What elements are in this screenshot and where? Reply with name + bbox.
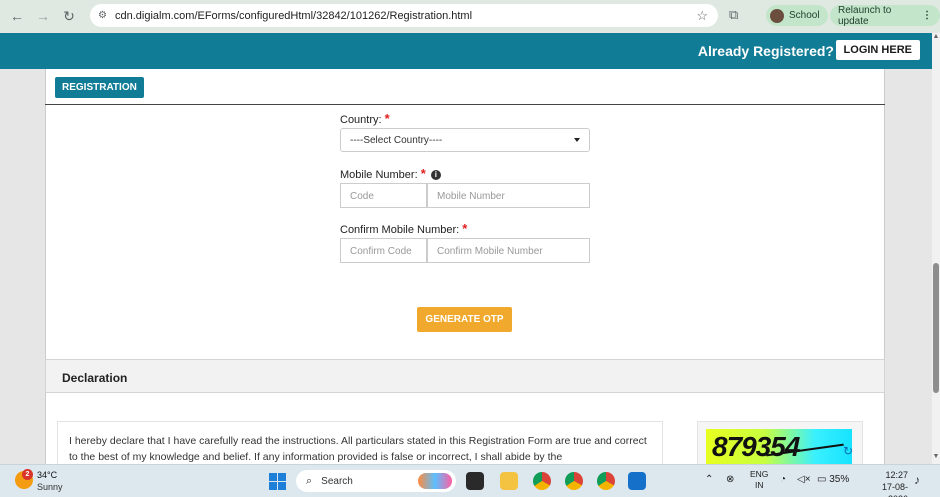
chrome-app-icon[interactable] xyxy=(533,472,551,490)
search-icon: ⌕ xyxy=(306,474,313,487)
clock[interactable]: 12:27 17-08-2026 xyxy=(866,469,908,497)
weather-temperature[interactable]: 34°C xyxy=(37,470,57,480)
task-view-icon[interactable] xyxy=(466,472,484,490)
windows-start-icon[interactable] xyxy=(269,473,286,490)
star-icon[interactable]: ☆ xyxy=(696,8,708,24)
mobile-label: Mobile Number: * i xyxy=(340,166,441,181)
declaration-header: Declaration xyxy=(45,359,885,393)
network-icon[interactable]: ⊗ xyxy=(726,474,734,485)
country-select[interactable]: ----Select Country---- xyxy=(340,128,590,152)
search-highlight-icon xyxy=(418,473,452,489)
tab-registration[interactable]: REGISTRATION xyxy=(55,77,144,98)
address-bar[interactable]: ⚙ cdn.digialm.com/EForms/configuredHtml/… xyxy=(90,4,718,27)
profile-label: School xyxy=(789,10,820,21)
confirm-mobile-label: Confirm Mobile Number: * xyxy=(340,221,467,236)
weather-condition[interactable]: Sunny xyxy=(37,482,63,492)
required-mark: * xyxy=(384,111,390,126)
already-registered-text: Already Registered? xyxy=(697,43,834,59)
mobile-number-input[interactable]: Mobile Number xyxy=(427,183,590,208)
language-indicator[interactable]: ENG IN xyxy=(750,469,768,491)
site-header: Already Registered? LOGIN HERE xyxy=(0,33,932,69)
speaker-icon[interactable]: ◁× xyxy=(797,474,811,485)
required-mark: * xyxy=(462,221,468,236)
captcha-panel: 879354 ↻ xyxy=(697,421,863,469)
divider xyxy=(45,104,885,105)
reload-icon[interactable]: ↻ xyxy=(58,5,80,27)
required-mark: * xyxy=(420,166,426,181)
captcha-text: 879354 xyxy=(712,431,800,462)
relaunch-label: Relaunch to update xyxy=(838,4,892,27)
chevron-down-icon xyxy=(574,138,580,142)
taskbar-search[interactable]: ⌕ Search xyxy=(296,470,456,492)
browser-toolbar: ← → ↻ ⚙ cdn.digialm.com/EForms/configure… xyxy=(0,0,940,32)
mobile-label-text: Mobile Number: xyxy=(340,169,418,181)
menu-dots-icon[interactable]: ⋮ xyxy=(922,10,932,21)
search-label: Search xyxy=(321,475,353,487)
login-button[interactable]: LOGIN HERE xyxy=(835,40,920,60)
generate-otp-button[interactable]: GENERATE OTP xyxy=(417,307,512,332)
weather-badge: 2 xyxy=(22,469,33,480)
chrome-app-icon[interactable] xyxy=(597,472,615,490)
site-info-icon[interactable]: ⚙ xyxy=(98,10,107,21)
scroll-down-icon[interactable]: ▼ xyxy=(932,453,940,460)
outlook-app-icon[interactable] xyxy=(628,472,646,490)
extensions-icon[interactable]: ⧉ xyxy=(729,7,738,23)
taskbar: 2 34°C Sunny ⌕ Search ⌃ ⊗ ENG IN ◔ ◁× ▭ … xyxy=(0,464,940,497)
battery-percent: 35% xyxy=(829,474,850,485)
clock-date: 17-08-2026 xyxy=(881,482,908,497)
code-input[interactable]: Code xyxy=(340,183,427,208)
url-text: cdn.digialm.com/EForms/configuredHtml/32… xyxy=(114,9,473,22)
country-label-text: Country: xyxy=(340,114,382,126)
lang-line-2: IN xyxy=(754,480,764,490)
captcha-image: 879354 xyxy=(706,429,852,465)
battery-indicator[interactable]: ▭ 35% xyxy=(817,474,849,485)
country-label: Country: * xyxy=(340,111,390,126)
scroll-up-icon[interactable]: ▲ xyxy=(932,33,940,40)
wifi-icon[interactable]: ◔ xyxy=(780,474,786,485)
refresh-icon[interactable]: ↻ xyxy=(843,444,853,458)
confirm-mobile-label-text: Confirm Mobile Number: xyxy=(340,224,460,236)
clock-time: 12:27 xyxy=(885,470,908,480)
relaunch-button[interactable]: Relaunch to update ⋮ xyxy=(830,4,940,27)
notification-bell-icon[interactable]: ♪ xyxy=(914,473,920,487)
file-explorer-icon[interactable] xyxy=(500,472,518,490)
profile-button[interactable]: School xyxy=(766,5,828,26)
info-icon[interactable]: i xyxy=(430,170,441,180)
back-arrow-icon[interactable]: ← xyxy=(6,5,28,27)
confirm-mobile-number-input[interactable]: Confirm Mobile Number xyxy=(427,238,590,263)
forward-arrow-icon[interactable]: → xyxy=(32,5,54,27)
page-scrollbar[interactable]: ▲ ▼ xyxy=(932,33,940,464)
chrome-app-icon[interactable] xyxy=(565,472,583,490)
scroll-thumb[interactable] xyxy=(933,263,939,393)
declaration-title: Declaration xyxy=(62,371,128,385)
chevron-up-icon[interactable]: ⌃ xyxy=(705,474,713,485)
country-select-value: ----Select Country---- xyxy=(350,135,443,146)
declaration-text: I hereby declare that I have carefully r… xyxy=(57,421,663,469)
avatar xyxy=(770,8,784,23)
confirm-code-input[interactable]: Confirm Code xyxy=(340,238,427,263)
lang-line-1: ENG xyxy=(750,469,769,479)
